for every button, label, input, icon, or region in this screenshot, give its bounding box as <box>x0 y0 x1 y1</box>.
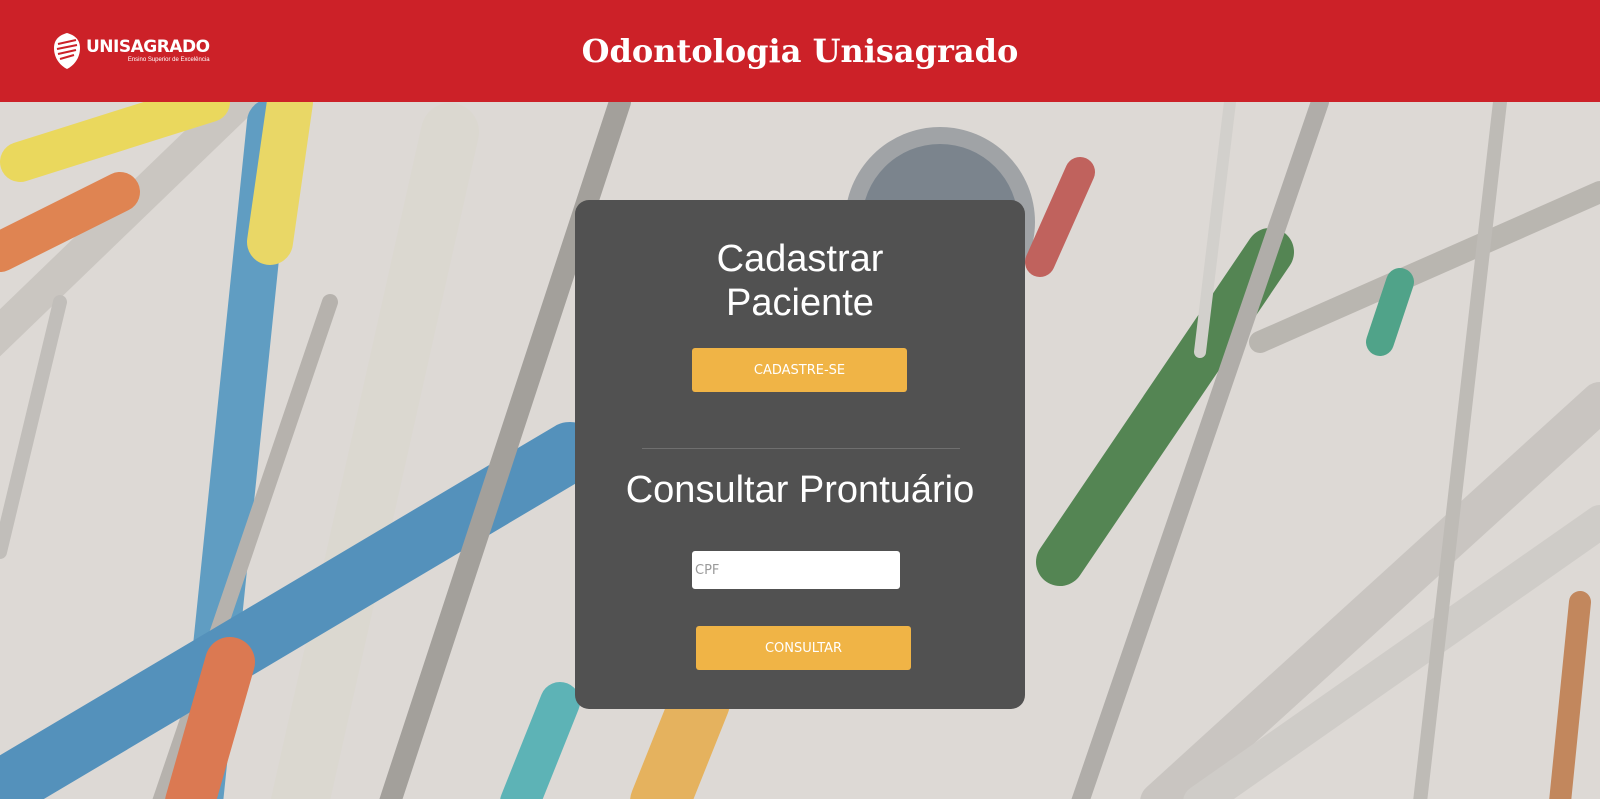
consult-button[interactable]: CONSULTAR <box>696 626 911 670</box>
register-title-line2: Paciente <box>726 282 874 324</box>
register-title-line1: Cadastrar <box>716 238 884 280</box>
register-button[interactable]: CADASTRE-SE <box>692 348 907 392</box>
lookup-title: Consultar Prontuário <box>625 469 975 511</box>
site-title: Odontologia Unisagrado <box>581 32 1019 70</box>
patient-card: Cadastrar Paciente CADASTRE-SE Consultar… <box>575 200 1025 709</box>
register-title: Cadastrar Paciente <box>575 237 1025 325</box>
section-divider <box>642 448 960 449</box>
top-header: UNISAGRADO Ensino Superior de Excelência… <box>0 0 1600 102</box>
cpf-input[interactable] <box>692 551 900 589</box>
